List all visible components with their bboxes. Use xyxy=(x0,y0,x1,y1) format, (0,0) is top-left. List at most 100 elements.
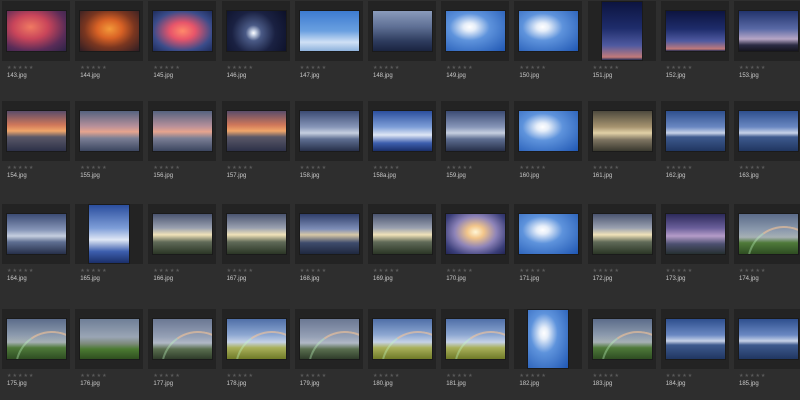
rating-stars[interactable]: ★★★★★ xyxy=(7,65,34,71)
photo-thumbnail[interactable] xyxy=(89,205,130,263)
rating-stars[interactable]: ★★★★★ xyxy=(446,373,473,379)
photo-thumbnail[interactable] xyxy=(373,319,432,359)
photo-thumbnail[interactable] xyxy=(153,214,213,254)
rating-stars[interactable]: ★★★★★ xyxy=(519,373,546,379)
rating-stars[interactable]: ★★★★★ xyxy=(446,65,473,71)
rating-stars[interactable]: ★★★★★ xyxy=(300,268,327,274)
rating-stars[interactable]: ★★★★★ xyxy=(519,65,546,71)
photo-thumbnail[interactable] xyxy=(519,11,579,51)
photo-thumbnail[interactable] xyxy=(446,111,506,151)
photo-thumbnail[interactable] xyxy=(226,11,286,51)
photo-thumbnail[interactable] xyxy=(446,319,506,359)
photo-thumbnail[interactable] xyxy=(446,11,506,51)
filename-label: 161.jpg xyxy=(592,173,613,179)
rating-stars[interactable]: ★★★★★ xyxy=(593,268,620,274)
photo-thumbnail[interactable] xyxy=(739,111,798,151)
photo-thumbnail[interactable] xyxy=(80,319,140,359)
rating-stars[interactable]: ★★★★★ xyxy=(373,268,400,274)
photo-thumbnail[interactable] xyxy=(665,111,725,151)
photo-thumbnail[interactable] xyxy=(7,11,66,51)
rating-stars[interactable]: ★★★★★ xyxy=(300,165,327,171)
rating-stars[interactable]: ★★★★★ xyxy=(446,268,473,274)
rating-stars[interactable]: ★★★★★ xyxy=(153,373,180,379)
photo-thumbnail[interactable] xyxy=(739,11,798,51)
filename-label: 181.jpg xyxy=(446,381,466,387)
photo-thumbnail[interactable] xyxy=(519,214,579,254)
rating-stars[interactable]: ★★★★★ xyxy=(666,165,693,171)
filename-label: 183.jpg xyxy=(592,381,613,387)
photo-thumbnail[interactable] xyxy=(299,319,359,359)
rating-stars[interactable]: ★★★★★ xyxy=(373,373,400,379)
photo-thumbnail[interactable] xyxy=(299,214,359,254)
rating-stars[interactable]: ★★★★★ xyxy=(666,65,693,71)
rating-stars[interactable]: ★★★★★ xyxy=(519,268,546,274)
rating-stars[interactable]: ★★★★★ xyxy=(593,165,620,171)
photo-thumbnail[interactable] xyxy=(153,11,213,51)
photo-thumbnail[interactable] xyxy=(446,214,506,254)
rating-stars[interactable]: ★★★★★ xyxy=(739,268,766,274)
photo-thumbnail[interactable] xyxy=(665,11,725,51)
filename-label: 160.jpg xyxy=(519,173,540,179)
rating-stars[interactable]: ★★★★★ xyxy=(153,268,180,274)
rating-stars[interactable]: ★★★★★ xyxy=(153,65,180,71)
photo-thumbnail[interactable] xyxy=(7,111,66,151)
photo-thumbnail[interactable] xyxy=(373,214,432,254)
photo-thumbnail[interactable] xyxy=(592,214,652,254)
photo-thumbnail[interactable] xyxy=(226,111,286,151)
thumbnail-frame xyxy=(221,204,290,264)
thumbnail-frame xyxy=(514,101,583,161)
rating-stars[interactable]: ★★★★★ xyxy=(739,65,766,71)
rating-stars[interactable]: ★★★★★ xyxy=(227,65,254,71)
photo-thumbnail[interactable] xyxy=(7,214,66,254)
thumbnail-frame xyxy=(2,204,70,264)
rating-stars[interactable]: ★★★★★ xyxy=(666,268,693,274)
photo-thumbnail[interactable] xyxy=(665,214,725,254)
rainbow-arc xyxy=(594,325,652,359)
rating-stars[interactable]: ★★★★★ xyxy=(7,268,34,274)
photo-thumbnail[interactable] xyxy=(592,319,652,359)
rating-stars[interactable]: ★★★★★ xyxy=(593,373,620,379)
photo-thumbnail[interactable] xyxy=(80,11,140,51)
rating-stars[interactable]: ★★★★★ xyxy=(153,165,180,171)
photo-thumbnail[interactable] xyxy=(153,319,213,359)
photo-thumbnail[interactable] xyxy=(153,111,213,151)
rating-stars[interactable]: ★★★★★ xyxy=(7,165,34,171)
photo-thumbnail[interactable] xyxy=(601,2,642,60)
rating-stars[interactable]: ★★★★★ xyxy=(519,165,546,171)
rating-stars[interactable]: ★★★★★ xyxy=(80,165,107,171)
rating-stars[interactable]: ★★★★★ xyxy=(300,65,327,71)
rating-stars[interactable]: ★★★★★ xyxy=(80,65,107,71)
rating-stars[interactable]: ★★★★★ xyxy=(7,373,34,379)
rating-stars[interactable]: ★★★★★ xyxy=(666,373,693,379)
rating-stars[interactable]: ★★★★★ xyxy=(373,165,400,171)
thumbnail-frame xyxy=(734,309,800,369)
photo-thumbnail[interactable] xyxy=(80,111,140,151)
photo-thumbnail[interactable] xyxy=(299,11,359,51)
photo-thumbnail[interactable] xyxy=(528,310,569,368)
filename-label: 168.jpg xyxy=(299,276,320,282)
rating-stars[interactable]: ★★★★★ xyxy=(80,268,107,274)
rating-stars[interactable]: ★★★★★ xyxy=(373,65,400,71)
rating-stars[interactable]: ★★★★★ xyxy=(739,165,766,171)
rating-stars[interactable]: ★★★★★ xyxy=(446,165,473,171)
photo-thumbnail[interactable] xyxy=(592,111,652,151)
rating-stars[interactable]: ★★★★★ xyxy=(227,165,254,171)
photo-thumbnail[interactable] xyxy=(739,319,798,359)
photo-thumbnail[interactable] xyxy=(299,111,359,151)
photo-thumbnail[interactable] xyxy=(665,319,725,359)
photo-thumbnail[interactable] xyxy=(226,319,286,359)
rating-stars[interactable]: ★★★★★ xyxy=(593,65,620,71)
thumbnail-frame xyxy=(441,101,510,161)
rating-stars[interactable]: ★★★★★ xyxy=(739,373,766,379)
photo-thumbnail[interactable] xyxy=(373,11,432,51)
rating-stars[interactable]: ★★★★★ xyxy=(227,268,254,274)
photo-thumbnail[interactable] xyxy=(7,319,66,359)
thumbnail-frame xyxy=(75,1,144,61)
rating-stars[interactable]: ★★★★★ xyxy=(80,373,107,379)
photo-thumbnail[interactable] xyxy=(739,214,798,254)
rating-stars[interactable]: ★★★★★ xyxy=(300,373,327,379)
rating-stars[interactable]: ★★★★★ xyxy=(227,373,254,379)
photo-thumbnail[interactable] xyxy=(373,111,432,151)
photo-thumbnail[interactable] xyxy=(519,111,579,151)
photo-thumbnail[interactable] xyxy=(226,214,286,254)
